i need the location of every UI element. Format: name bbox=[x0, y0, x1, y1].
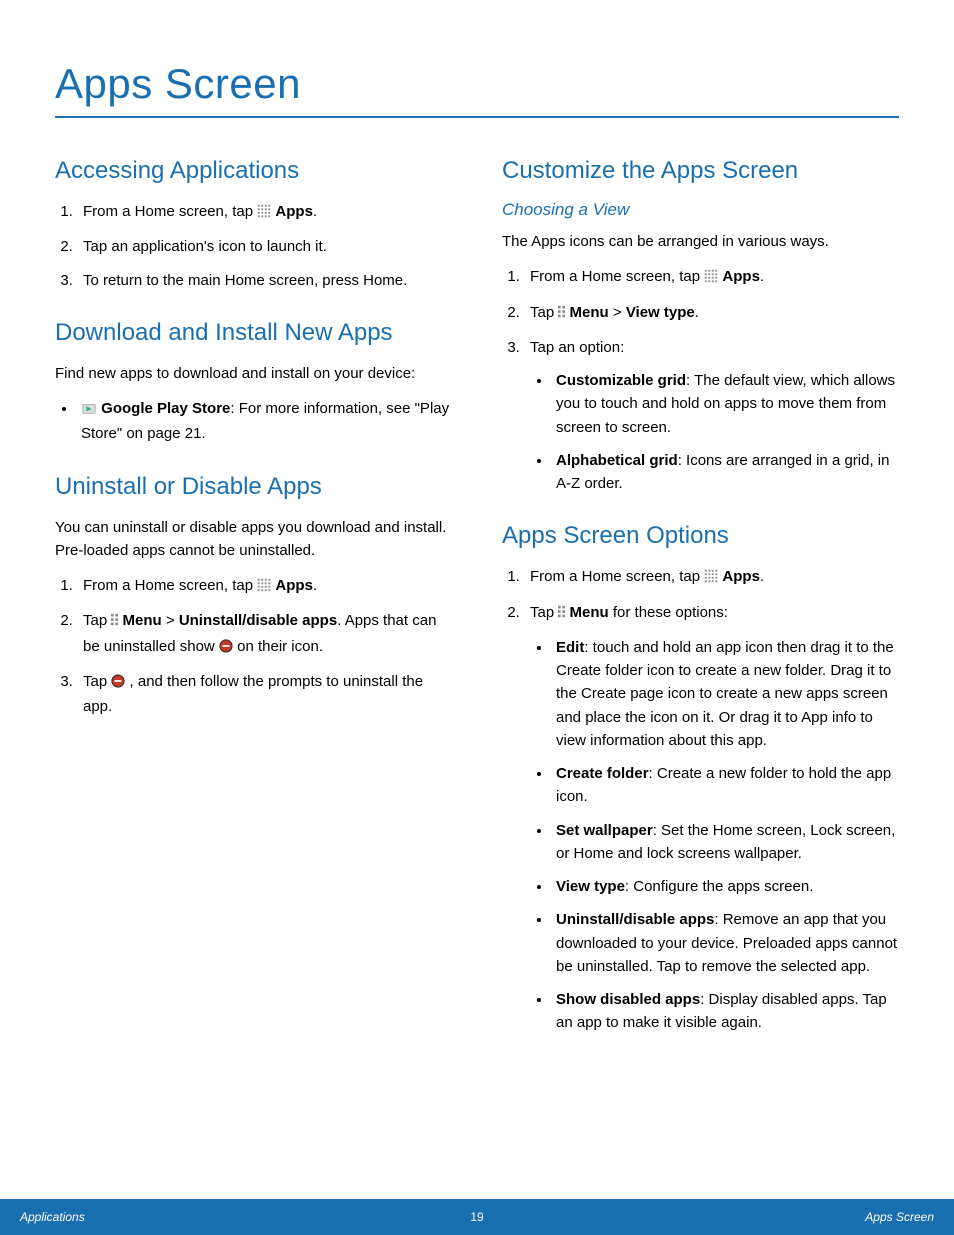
step-text: To return to the main Home screen, press… bbox=[83, 272, 407, 289]
list-item: To return to the main Home screen, press… bbox=[77, 269, 452, 292]
list-item: Tap Menu > View type. bbox=[524, 301, 899, 326]
step-text: Tap bbox=[530, 304, 558, 321]
list-item: Tap an application's icon to launch it. bbox=[77, 235, 452, 258]
download-intro: Find new apps to download and install on… bbox=[55, 362, 452, 385]
uninstall-intro: You can uninstall or disable apps you do… bbox=[55, 516, 452, 563]
menu-options: Edit: touch and hold an app icon then dr… bbox=[530, 636, 899, 1035]
heading-apps-screen-options: Apps Screen Options bbox=[502, 521, 899, 551]
list-item: Google Play Store: For more information,… bbox=[77, 397, 452, 446]
bullet-bold: Edit bbox=[556, 639, 584, 656]
apps-icon bbox=[257, 202, 271, 225]
step-text: Tap an application's icon to launch it. bbox=[83, 238, 327, 255]
step-text: Tap an option: bbox=[530, 339, 624, 356]
step-text: Tap bbox=[530, 604, 558, 621]
list-item: Alphabetical grid: Icons are arranged in… bbox=[552, 449, 899, 496]
left-column: Accessing Applications From a Home scree… bbox=[55, 156, 452, 1047]
list-item: From a Home screen, tap Apps. bbox=[524, 565, 899, 590]
right-column: Customize the Apps Screen Choosing a Vie… bbox=[502, 156, 899, 1047]
apps-icon bbox=[704, 267, 718, 290]
footer-left: Applications bbox=[20, 1210, 85, 1224]
list-item: Customizable grid: The default view, whi… bbox=[552, 369, 899, 439]
list-item: From a Home screen, tap Apps. bbox=[77, 574, 452, 599]
minus-icon bbox=[219, 637, 233, 660]
list-item: Tap Menu for these options: Edit: touch … bbox=[524, 601, 899, 1035]
step-bold: Menu bbox=[123, 612, 162, 629]
menu-icon bbox=[558, 303, 565, 326]
heading-uninstall-disable: Uninstall or Disable Apps bbox=[55, 472, 452, 502]
step-text: . bbox=[313, 203, 317, 220]
play-store-icon bbox=[81, 399, 97, 422]
bullet-bold: View type bbox=[556, 878, 625, 895]
apps-icon bbox=[704, 567, 718, 590]
step-bold: Apps bbox=[722, 568, 760, 585]
list-item: From a Home screen, tap Apps. bbox=[77, 200, 452, 225]
list-item: View type: Configure the apps screen. bbox=[552, 875, 899, 898]
step-bold: Menu bbox=[570, 604, 609, 621]
bullet-text: : Configure the apps screen. bbox=[625, 878, 813, 895]
step-text: From a Home screen, tap bbox=[83, 577, 257, 594]
bullet-bold: Set wallpaper bbox=[556, 822, 653, 839]
view-options: Customizable grid: The default view, whi… bbox=[530, 369, 899, 495]
apps-screen-options-steps: From a Home screen, tap Apps. Tap Menu f… bbox=[502, 565, 899, 1034]
customize-steps: From a Home screen, tap Apps. Tap Menu >… bbox=[502, 265, 899, 495]
accessing-applications-steps: From a Home screen, tap Apps. Tap an app… bbox=[55, 200, 452, 292]
step-text: . bbox=[760, 568, 764, 585]
step-text: > bbox=[609, 304, 626, 321]
step-text: . bbox=[695, 304, 699, 321]
step-text: From a Home screen, tap bbox=[530, 268, 704, 285]
menu-icon bbox=[111, 611, 118, 634]
step-bold: Apps bbox=[275, 577, 313, 594]
footer-page-number: 19 bbox=[470, 1210, 483, 1224]
download-bullets: Google Play Store: For more information,… bbox=[55, 397, 452, 446]
step-text: Tap bbox=[83, 612, 111, 629]
heading-accessing-applications: Accessing Applications bbox=[55, 156, 452, 186]
list-item: Tap Menu > Uninstall/disable apps. Apps … bbox=[77, 609, 452, 660]
bullet-text: : touch and hold an app icon then drag i… bbox=[556, 639, 894, 749]
step-text: . bbox=[313, 577, 317, 594]
list-item: Tap , and then follow the prompts to uni… bbox=[77, 670, 452, 719]
apps-icon bbox=[257, 576, 271, 599]
bullet-bold: Uninstall/disable apps bbox=[556, 911, 714, 928]
list-item: Uninstall/disable apps: Remove an app th… bbox=[552, 908, 899, 978]
list-item: Show disabled apps: Display disabled app… bbox=[552, 988, 899, 1035]
title-rule bbox=[55, 116, 899, 118]
step-text: From a Home screen, tap bbox=[83, 203, 257, 220]
step-text: > bbox=[162, 612, 179, 629]
step-text: From a Home screen, tap bbox=[530, 568, 704, 585]
step-text: for these options: bbox=[609, 604, 728, 621]
footer-right: Apps Screen bbox=[865, 1210, 934, 1224]
step-text: . bbox=[760, 268, 764, 285]
bullet-bold: Customizable grid bbox=[556, 372, 686, 389]
minus-icon bbox=[111, 672, 125, 695]
step-bold: Menu bbox=[570, 304, 609, 321]
step-bold: Apps bbox=[275, 203, 313, 220]
list-item: Tap an option: Customizable grid: The de… bbox=[524, 336, 899, 496]
page-footer: Applications 19 Apps Screen bbox=[0, 1199, 954, 1235]
bullet-bold: Google Play Store bbox=[101, 400, 230, 417]
list-item: Edit: touch and hold an app icon then dr… bbox=[552, 636, 899, 752]
subheading-choosing-view: Choosing a View bbox=[502, 200, 899, 220]
menu-icon bbox=[558, 603, 565, 626]
step-bold: Apps bbox=[722, 268, 760, 285]
list-item: From a Home screen, tap Apps. bbox=[524, 265, 899, 290]
step-bold: View type bbox=[626, 304, 695, 321]
bullet-bold: Create folder bbox=[556, 765, 649, 782]
step-text: Tap bbox=[83, 673, 111, 690]
customize-intro: The Apps icons can be arranged in variou… bbox=[502, 230, 899, 253]
heading-download-install: Download and Install New Apps bbox=[55, 318, 452, 348]
list-item: Set wallpaper: Set the Home screen, Lock… bbox=[552, 819, 899, 866]
uninstall-steps: From a Home screen, tap Apps. Tap Menu >… bbox=[55, 574, 452, 718]
list-item: Create folder: Create a new folder to ho… bbox=[552, 762, 899, 809]
bullet-bold: Alphabetical grid bbox=[556, 452, 678, 469]
page-title: Apps Screen bbox=[55, 60, 899, 108]
heading-customize-apps-screen: Customize the Apps Screen bbox=[502, 156, 899, 186]
step-text: on their icon. bbox=[237, 638, 323, 655]
bullet-bold: Show disabled apps bbox=[556, 991, 700, 1008]
step-bold: Uninstall/disable apps bbox=[179, 612, 337, 629]
step-text: , and then follow the prompts to uninsta… bbox=[83, 673, 423, 715]
